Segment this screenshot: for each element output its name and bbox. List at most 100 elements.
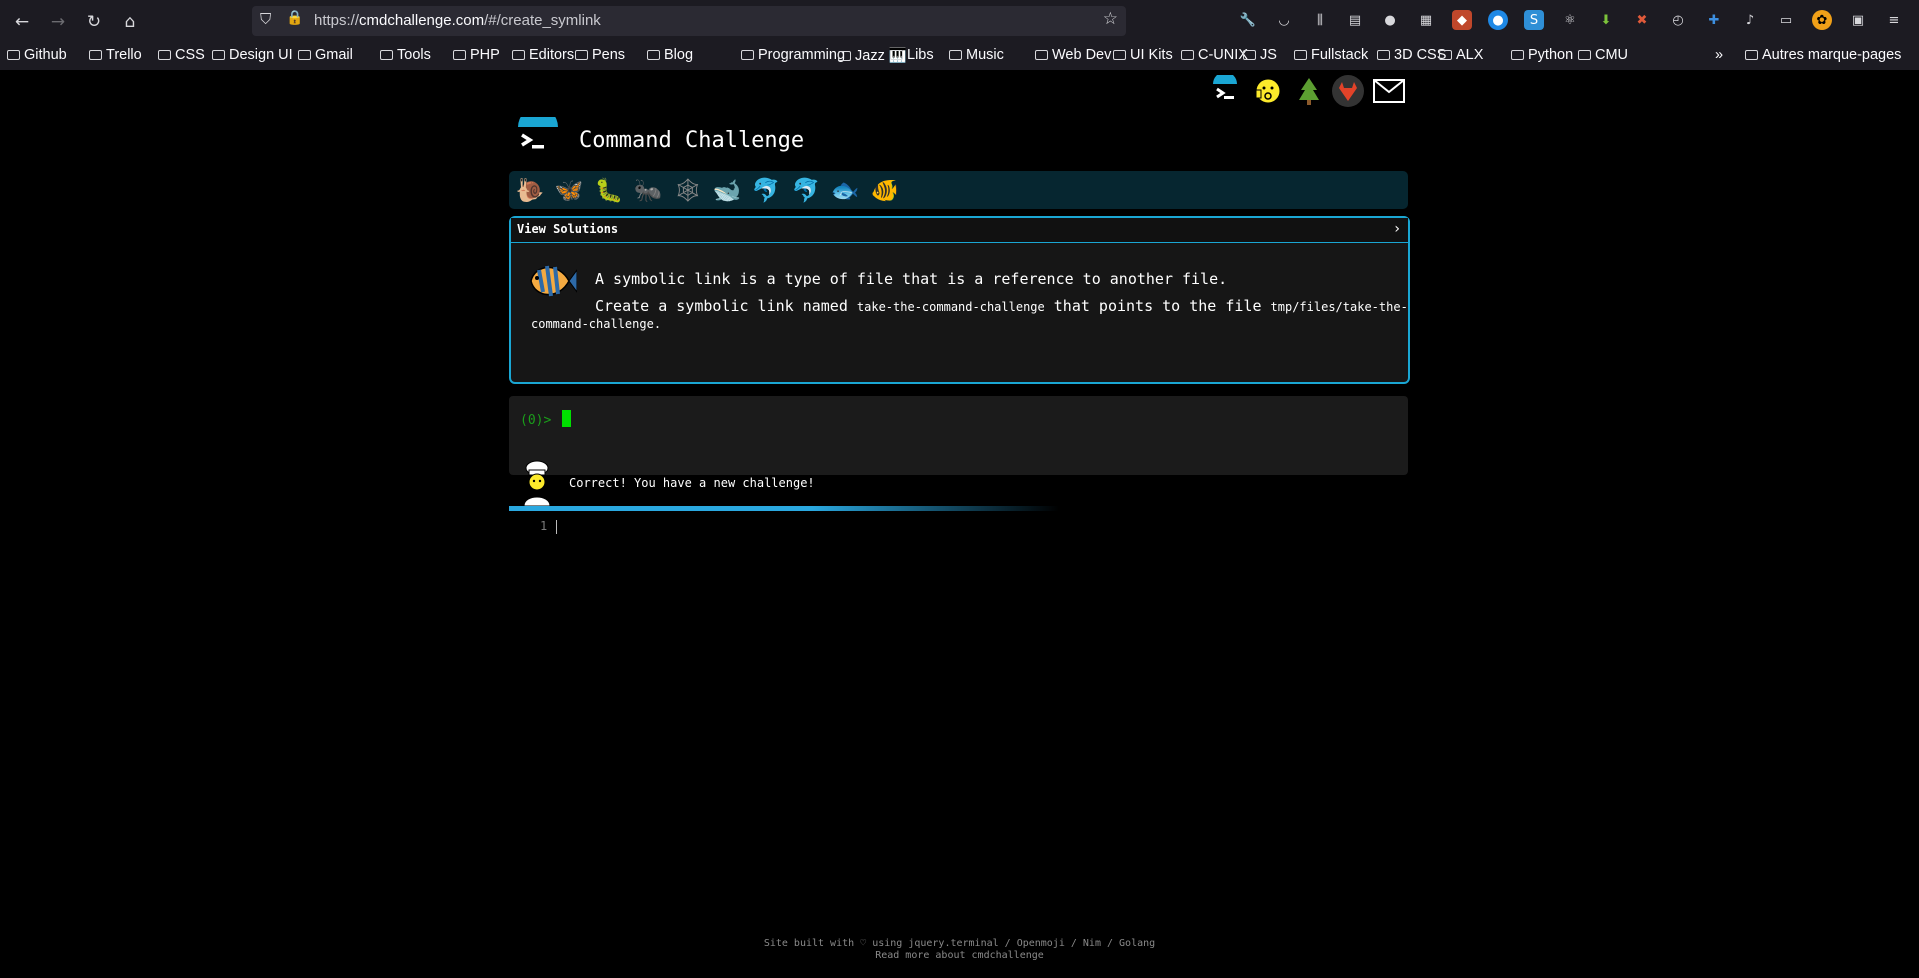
bookmark-folder[interactable]: 3D CSS	[1377, 47, 1446, 63]
star-icon[interactable]: ☆	[1103, 9, 1118, 29]
bookmark-folder[interactable]: PHP	[453, 47, 500, 63]
face-icon[interactable]	[1251, 74, 1285, 108]
bookmark-folder[interactable]: Libs	[890, 47, 934, 63]
bookmarks-overflow-icon[interactable]: »	[1715, 47, 1723, 63]
challenge-description-1: A symbolic link is a type of file that i…	[595, 270, 1228, 288]
bookmark-label: PHP	[470, 47, 500, 63]
caterpillar-icon[interactable]: 🐛	[594, 175, 624, 205]
folder-icon	[949, 50, 962, 60]
bookmark-folder[interactable]: Blog	[647, 47, 693, 63]
menu-icon[interactable]: ≡	[1884, 10, 1904, 30]
bookmark-folder[interactable]: Web Dev	[1035, 47, 1111, 63]
bookmark-label: CSS	[175, 47, 205, 63]
editor-caret[interactable]	[556, 520, 557, 534]
account-icon[interactable]: ●	[1380, 10, 1400, 30]
terminal-cursor	[562, 410, 571, 427]
bookmark-folder[interactable]: Music	[949, 47, 1004, 63]
wrench-icon[interactable]: 🔧	[1238, 10, 1258, 30]
bookmark-folder[interactable]: Editors	[512, 47, 574, 63]
bookmark-folder[interactable]: Fullstack	[1294, 47, 1368, 63]
url-text[interactable]: https://cmdchallenge.com/#/create_symlin…	[314, 12, 601, 29]
extension-orange-icon[interactable]: ✿	[1812, 10, 1832, 30]
extension-s-icon[interactable]: S	[1524, 10, 1544, 30]
react-icon[interactable]: ⚛	[1560, 10, 1580, 30]
extension-blue-icon[interactable]: ●	[1488, 10, 1508, 30]
challenge-description-3: command-challenge.	[531, 314, 661, 332]
bookmark-label: Design UI	[229, 47, 293, 63]
tree-icon[interactable]	[1292, 74, 1326, 108]
timer-icon[interactable]: ◴	[1668, 10, 1688, 30]
view-solutions-toggle[interactable]: View Solutions ›	[511, 218, 1408, 243]
dolphin2-icon[interactable]: 🐬	[791, 175, 821, 205]
site-title: Command Challenge	[579, 128, 805, 153]
folder-icon	[512, 50, 525, 60]
folder-icon	[890, 50, 903, 60]
fish-icon[interactable]: 🐟	[830, 175, 860, 205]
terminal-icon[interactable]	[1208, 74, 1242, 108]
snail-icon[interactable]: 🐌	[515, 175, 545, 205]
screen-icon[interactable]: ▭	[1776, 10, 1796, 30]
challenge-panel: View Solutions › A symbolic link is a ty…	[509, 216, 1410, 384]
footer-read-more-link[interactable]: Read more about cmdchallenge	[0, 950, 1919, 961]
feather-icon[interactable]: ♪	[1740, 10, 1760, 30]
tropical-fish-icon	[525, 256, 578, 306]
extension-fox-icon[interactable]: ◆	[1452, 10, 1472, 30]
bookmark-folder[interactable]: JS	[1243, 47, 1277, 63]
terminal-prompt: (0)>	[520, 413, 552, 428]
sidebar-icon[interactable]: ▤	[1345, 10, 1365, 30]
site-logo[interactable]	[516, 107, 560, 161]
other-bookmarks[interactable]: Autres marque-pages	[1745, 47, 1901, 63]
mail-icon[interactable]	[1372, 74, 1406, 108]
bookmark-folder[interactable]: CSS	[158, 47, 205, 63]
folder-icon	[1243, 50, 1256, 60]
shield-icon[interactable]: ⛉	[260, 10, 271, 28]
bookmark-folder[interactable]: UI Kits	[1113, 47, 1173, 63]
terminal[interactable]: (0)>	[509, 396, 1408, 475]
bookmark-folder[interactable]: Trello	[89, 47, 142, 63]
notes-icon[interactable]: ▦	[1416, 10, 1436, 30]
gitlab-icon[interactable]	[1331, 74, 1365, 108]
bookmark-folder[interactable]: Design UI	[212, 47, 293, 63]
folder-icon	[1511, 50, 1524, 60]
bookmark-folder[interactable]: Tools	[380, 47, 431, 63]
bookmark-label: UI Kits	[1130, 47, 1173, 63]
whale-icon[interactable]: 🐋	[712, 175, 742, 205]
lock-icon[interactable]: 🔒	[286, 10, 303, 26]
bookmark-folder[interactable]: Github	[7, 47, 67, 63]
folder-icon	[1035, 50, 1048, 60]
cross-icon[interactable]: ✖	[1632, 10, 1652, 30]
chevron-right-icon: ›	[1394, 221, 1400, 237]
library-icon[interactable]: ⫼	[1310, 10, 1330, 30]
tropical-fish-icon[interactable]: 🐠	[870, 175, 900, 205]
pocket-icon[interactable]: ◡	[1274, 10, 1294, 30]
tab-icon[interactable]: ▣	[1848, 10, 1868, 30]
reload-icon[interactable]: ↻	[82, 10, 106, 34]
back-icon[interactable]: ←	[10, 10, 34, 34]
bookmark-folder[interactable]: CMU	[1578, 47, 1628, 63]
bookmark-folder[interactable]: Programming	[741, 47, 845, 63]
desc-text: that points to the file	[1044, 297, 1271, 315]
plugin-icon[interactable]: ✚	[1704, 10, 1724, 30]
folder-icon	[838, 51, 851, 61]
home-icon[interactable]: ⌂	[118, 10, 142, 34]
download-icon[interactable]: ⬇	[1596, 10, 1616, 30]
bookmark-label: Tools	[397, 47, 431, 63]
folder-icon	[1181, 50, 1194, 60]
bookmark-folder[interactable]: Gmail	[298, 47, 353, 63]
bookmark-folder[interactable]: ALX	[1439, 47, 1483, 63]
view-solutions-label: View Solutions	[517, 222, 619, 236]
web-icon[interactable]: 🕸	[673, 175, 703, 205]
ant-icon[interactable]: 🐜	[633, 175, 663, 205]
forward-icon[interactable]: →	[46, 10, 70, 34]
chef-avatar-icon	[520, 460, 554, 507]
url-bar[interactable]: ⛉ 🔒 https://cmdchallenge.com/#/create_sy…	[252, 6, 1126, 36]
bookmark-folder[interactable]: Python	[1511, 47, 1573, 63]
bookmark-folder[interactable]: Pens	[575, 47, 625, 63]
folder-icon	[1377, 50, 1390, 60]
dolphin-icon[interactable]: 🐬	[751, 175, 781, 205]
bookmark-folder[interactable]: C-UNIX	[1181, 47, 1248, 63]
bookmark-label: Programming	[758, 47, 846, 63]
folder-icon	[453, 50, 466, 60]
folder-icon	[212, 50, 225, 60]
butterfly-icon[interactable]: 🦋	[554, 175, 584, 205]
